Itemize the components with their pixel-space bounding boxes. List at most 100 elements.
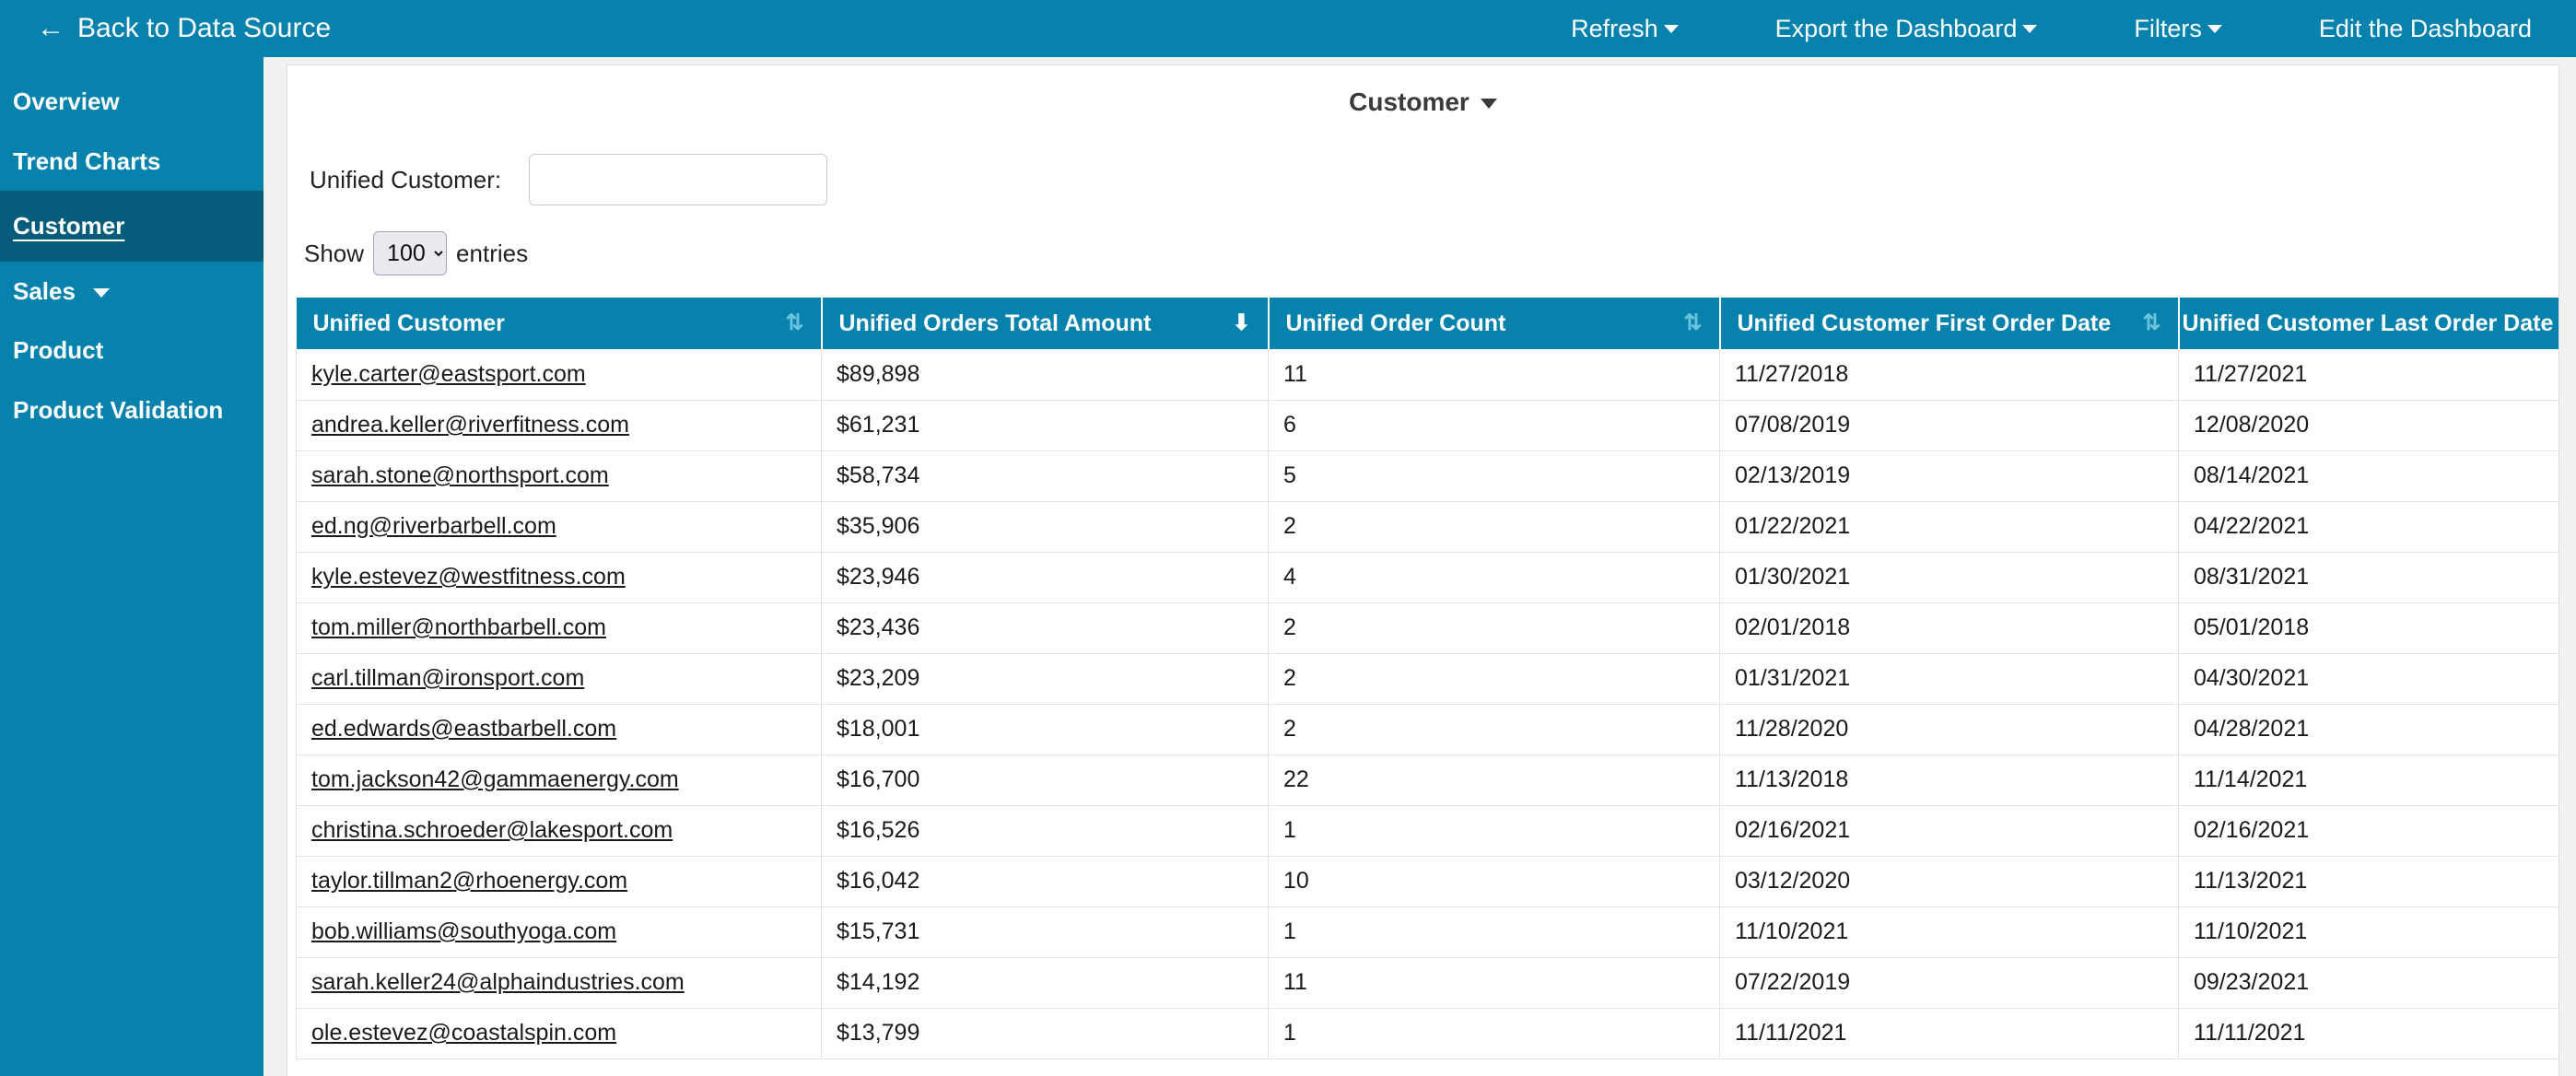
customer-link[interactable]: taylor.tillman2@rhoenergy.com [311,868,627,894]
table-row: carl.tillman@ironsport.com $23,209 2 01/31/… [296,653,2558,705]
cell-unified-customer-first-order-date: 07/22/2019 [1719,957,2179,1009]
cell-unified-customer-last-order-date: 11/13/2021 [2178,856,2558,907]
cell-unified-orders-total-amount: $23,209 [821,653,1269,705]
table-row: sarah.keller24@alphaindustries.com $14,19… [296,957,2558,1009]
sort-both-icon[interactable]: ⇅ [2118,312,2160,334]
cell-unified-customer: ole.estevez@coastalspin.com [296,1008,822,1059]
sidebar-item-label: Product Validation [13,395,224,424]
caret-down-icon [1480,99,1497,110]
sort-both-icon[interactable]: ⇅ [1659,312,1702,334]
cell-unified-orders-total-amount: $35,906 [821,501,1269,553]
column-header-unified-customer-last-order-date[interactable]: Unified Customer Last Order Date ⇅ [2178,298,2558,349]
column-header-unified-order-count[interactable]: Unified Order Count ⇅ [1268,298,1721,349]
cell-unified-customer: taylor.tillman2@rhoenergy.com [296,856,822,907]
customer-link[interactable]: andrea.keller@riverfitness.com [311,412,629,438]
cell-unified-orders-total-amount: $16,526 [821,805,1269,857]
entries-per-page-select[interactable]: 10 25 50 100 [373,231,448,275]
customer-link[interactable]: ed.ng@riverbarbell.com [311,513,556,539]
sidebar-item-label: Product [13,336,104,364]
cell-unified-order-count: 11 [1268,957,1720,1009]
sort-both-icon[interactable]: ⇅ [2553,312,2558,334]
back-to-data-source-link[interactable]: ← Back to Data Source [37,13,331,44]
cell-unified-customer-last-order-date: 02/16/2021 [2178,805,2558,857]
customer-panel: Customer Unified Customer: Show 10 25 50… [287,64,2559,1076]
filters-menu[interactable]: Filters [2134,15,2222,43]
column-header-label: Unified Order Count [1285,310,1506,336]
customer-link[interactable]: kyle.carter@eastsport.com [311,361,586,387]
unified-customer-filter-label: Unified Customer: [310,165,502,193]
cell-unified-customer: sarah.stone@northsport.com [296,450,822,502]
length-menu-suffix: entries [456,239,529,267]
cell-unified-orders-total-amount: $61,231 [821,400,1269,451]
chevron-down-icon [2207,24,2222,33]
cell-unified-order-count: 2 [1268,602,1720,654]
cell-unified-orders-total-amount: $15,731 [821,906,1269,958]
column-header-unified-customer[interactable]: Unified Customer ⇅ [296,298,823,349]
cell-unified-customer-first-order-date: 01/31/2021 [1719,653,2179,705]
cell-unified-order-count: 2 [1268,704,1720,755]
column-header-label: Unified Customer [312,310,505,336]
cell-unified-customer-first-order-date: 11/13/2018 [1719,754,2179,806]
customer-link[interactable]: kyle.estevez@westfitness.com [311,564,626,590]
cell-unified-customer-first-order-date: 11/11/2021 [1719,1008,2179,1059]
column-header-unified-customer-first-order-date[interactable]: Unified Customer First Order Date ⇅ [1719,298,2180,349]
cell-unified-orders-total-amount: $18,001 [821,704,1269,755]
customer-link[interactable]: ole.estevez@coastalspin.com [311,1020,616,1046]
table-row: ole.estevez@coastalspin.com $13,799 1 11/11… [296,1008,2558,1059]
customer-link[interactable]: tom.jackson42@gammaenergy.com [311,766,679,792]
customer-link[interactable]: christina.schroeder@lakesport.com [311,817,673,843]
column-header-label: Unified Customer First Order Date [1737,310,2112,336]
sidebar-item-sales[interactable]: Sales [0,262,263,322]
cell-unified-customer-last-order-date: 12/08/2020 [2178,400,2558,451]
cell-unified-customer: ed.edwards@eastbarbell.com [296,704,822,755]
cell-unified-customer-last-order-date: 08/14/2021 [2178,450,2558,502]
cell-unified-customer: ed.ng@riverbarbell.com [296,501,822,553]
refresh-menu[interactable]: Refresh [1571,15,1679,43]
cell-unified-order-count: 11 [1268,349,1720,401]
export-dashboard-menu[interactable]: Export the Dashboard [1775,15,2038,43]
table-row: tom.miller@northbarbell.com $23,436 2 02/01… [296,602,2558,654]
table-row: tom.jackson42@gammaenergy.com $16,700 22 11… [296,754,2558,806]
cell-unified-customer: andrea.keller@riverfitness.com [296,400,822,451]
sidebar-item-trend-charts[interactable]: Trend Charts [0,132,263,192]
cell-unified-customer-last-order-date: 11/14/2021 [2178,754,2558,806]
table-row: kyle.estevez@westfitness.com $23,946 4 01/3… [296,552,2558,603]
sidebar-item-label: Customer [13,212,125,240]
sort-desc-icon[interactable]: ⬇ [1208,312,1250,334]
cell-unified-orders-total-amount: $23,946 [821,552,1269,603]
cell-unified-customer-last-order-date: 11/10/2021 [2178,906,2558,958]
sidebar-item-product[interactable]: Product [0,321,263,380]
table-row: taylor.tillman2@rhoenergy.com $16,042 10 03… [296,856,2558,907]
edit-dashboard-label: Edit the Dashboard [2318,14,2532,42]
cell-unified-customer-first-order-date: 02/01/2018 [1719,602,2179,654]
table-row: ed.ng@riverbarbell.com $35,906 2 01/22/2021… [296,501,2558,553]
panel-title-dropdown[interactable]: Customer [287,65,2558,123]
sidebar-item-label: Trend Charts [13,146,161,175]
cell-unified-customer: christina.schroeder@lakesport.com [296,805,822,857]
sidebar-item-product-validation[interactable]: Product Validation [0,380,263,440]
unified-customer-search-input[interactable] [529,154,828,205]
cell-unified-customer: carl.tillman@ironsport.com [296,653,822,705]
table-row: christina.schroeder@lakesport.com $16,526… [296,805,2558,857]
sidebar-item-customer[interactable]: Customer [0,191,263,262]
customer-link[interactable]: sarah.keller24@alphaindustries.com [311,969,685,995]
sidebar-item-label: Sales [13,276,76,305]
edit-dashboard-button[interactable]: Edit the Dashboard [2319,15,2532,43]
filters-menu-label: Filters [2134,14,2202,42]
cell-unified-orders-total-amount: $16,042 [821,856,1269,907]
table-row: bob.williams@southyoga.com $15,731 1 11/10/… [296,906,2558,958]
customer-link[interactable]: bob.williams@southyoga.com [311,918,616,944]
customer-link[interactable]: sarah.stone@northsport.com [311,462,609,488]
back-to-data-source-label: Back to Data Source [77,13,332,43]
customer-link[interactable]: ed.edwards@eastbarbell.com [311,716,616,742]
sidebar-item-overview[interactable]: Overview [0,72,263,132]
cell-unified-orders-total-amount: $16,700 [821,754,1269,806]
cell-unified-customer: kyle.carter@eastsport.com [296,349,822,401]
cell-unified-customer: kyle.estevez@westfitness.com [296,552,822,603]
sort-both-icon[interactable]: ⇅ [761,312,803,334]
customer-link[interactable]: carl.tillman@ironsport.com [311,665,584,691]
customer-link[interactable]: tom.miller@northbarbell.com [311,614,606,640]
column-header-unified-orders-total-amount[interactable]: Unified Orders Total Amount ⬇ [821,298,1270,349]
cell-unified-customer: sarah.keller24@alphaindustries.com [296,957,822,1009]
column-header-label: Unified Customer Last Order Date [2182,310,2554,336]
